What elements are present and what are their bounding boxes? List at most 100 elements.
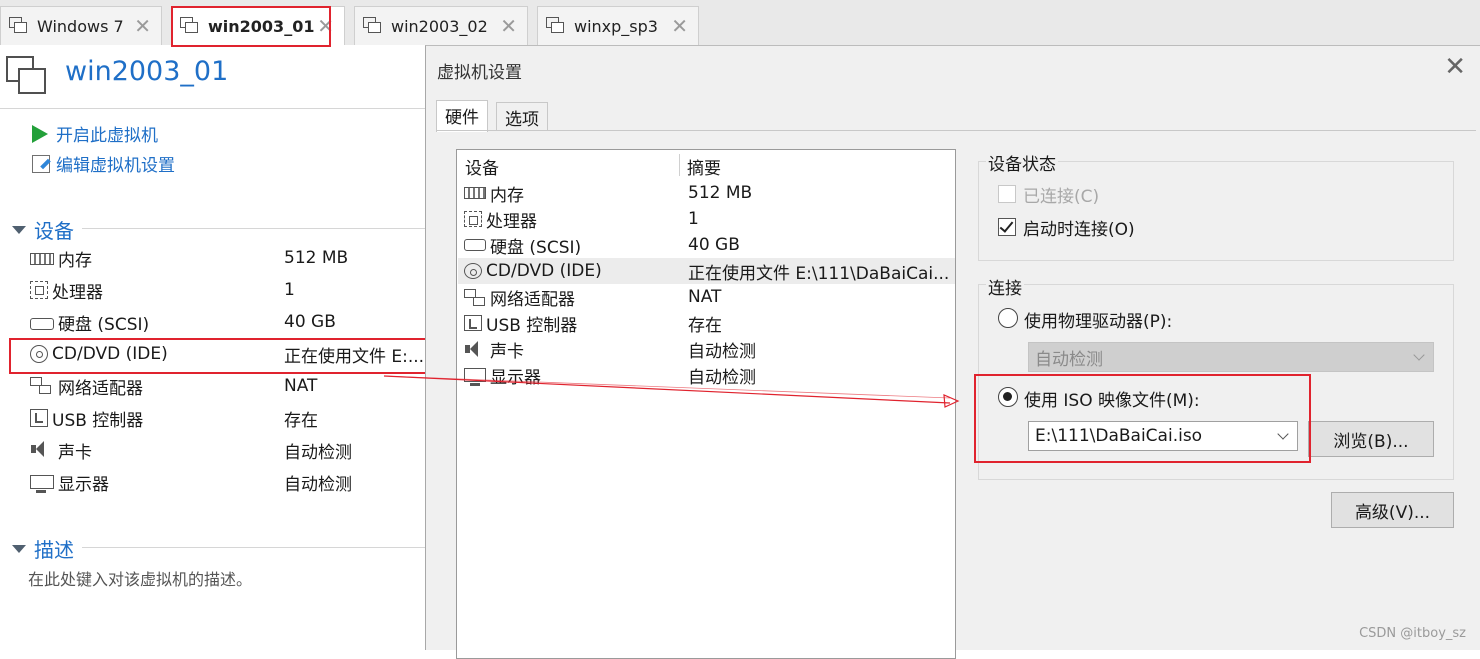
device-status-group [978,161,1454,261]
device-row-hard-disk[interactable]: 硬盘 (SCSI) 40 GB [30,307,430,337]
device-row-cd-dvd[interactable]: CD/DVD (IDE) 正在使用文件 E:... [30,339,430,369]
power-on-label: 开启此虚拟机 [56,126,158,146]
device-row-sound[interactable]: 声卡 自动检测 [30,435,430,465]
close-icon[interactable]: ✕ [134,14,151,38]
memory-icon [30,253,54,265]
connected-checkbox[interactable] [998,185,1016,203]
tab-label: win2003_01 [208,16,315,36]
device-row-processor[interactable]: 处理器 1 [30,275,430,305]
edit-settings-label: 编辑虚拟机设置 [56,156,175,176]
vm-icon [9,16,31,36]
device-summary: 正在使用文件 E:\111\DaBaiCai... [688,263,950,284]
play-icon [32,124,48,143]
iso-path-value: E:\111\DaBaiCai.iso [1035,426,1203,446]
device-name: 声卡 [490,341,524,362]
chevron-down-icon [1413,349,1425,361]
physical-drive-radio[interactable] [998,308,1018,328]
chevron-down-icon[interactable] [1277,428,1289,440]
collapse-icon [12,544,26,553]
device-name: 处理器 [486,211,537,232]
list-item-sound[interactable]: 声卡 自动检测 [458,336,955,362]
tab-winxp-sp3[interactable]: winxp_sp3 ✕ [537,6,699,45]
cd-dvd-icon [30,345,48,363]
device-list[interactable]: 设备 摘要 内存 512 MB 处理器 1 硬盘 (SCSI) 40 GB CD… [456,149,956,659]
iso-image-radio[interactable] [998,387,1018,407]
browse-button[interactable]: 浏览(B)... [1308,421,1434,457]
hard-disk-icon [30,318,54,330]
device-summary: 512 MB [688,183,753,203]
devices-heading: 设备 [34,219,74,243]
device-name: 声卡 [58,442,92,463]
divider [82,228,425,229]
tab-options[interactable]: 选项 [496,102,548,131]
physical-drive-select[interactable]: 自动检测 [1028,342,1434,372]
sound-card-icon [464,341,486,357]
edit-settings-link[interactable]: 编辑虚拟机设置 [32,151,175,176]
device-row-memory[interactable]: 内存 512 MB [30,243,430,273]
device-name: 内存 [490,185,524,206]
tab-label: winxp_sp3 [574,16,658,36]
power-on-link[interactable]: 开启此虚拟机 [32,121,158,146]
usb-icon [464,315,482,331]
device-status-label: 设备状态 [986,150,1058,175]
sound-card-icon [30,441,54,459]
list-item-network[interactable]: 网络适配器 NAT [458,284,955,310]
column-separator[interactable] [679,154,680,176]
device-summary: 存在 [688,315,722,336]
tab-win2003-01[interactable]: win2003_01 ✕ [171,6,345,45]
tab-label: win2003_02 [391,16,488,36]
divider [0,108,425,109]
list-item-hard-disk[interactable]: 硬盘 (SCSI) 40 GB [458,232,955,258]
tab-win2003-02[interactable]: win2003_02 ✕ [354,6,528,45]
display-icon [464,368,486,386]
list-item-display[interactable]: 显示器 自动检测 [458,362,955,388]
description-field[interactable]: 在此处键入对该虚拟机的描述。 [28,566,252,590]
device-name: CD/DVD (IDE) [52,344,168,364]
list-item-cd-dvd[interactable]: CD/DVD (IDE) 正在使用文件 E:\111\DaBaiCai... [458,258,955,284]
description-heading: 描述 [34,538,74,562]
hard-disk-icon [464,239,486,251]
device-name: 显示器 [490,367,541,388]
close-icon[interactable]: ✕ [1444,52,1466,82]
device-summary: 40 GB [688,235,740,255]
device-value: NAT [284,376,318,396]
list-item-usb[interactable]: USB 控制器 存在 [458,310,955,336]
tab-windows7[interactable]: Windows 7 ✕ [0,6,162,45]
device-summary: 自动检测 [688,341,756,362]
device-summary: 自动检测 [688,367,756,388]
dialog-title: 虚拟机设置 [437,63,522,83]
device-value: 自动检测 [284,442,352,463]
list-item-memory[interactable]: 内存 512 MB [458,180,955,206]
device-name: USB 控制器 [486,315,578,336]
vm-icon [363,16,385,36]
advanced-button[interactable]: 高级(V)... [1331,492,1454,528]
device-row-network[interactable]: 网络适配器 NAT [30,371,430,401]
display-icon [30,475,54,493]
vm-icon [180,16,202,36]
close-icon[interactable]: ✕ [671,14,688,38]
close-icon[interactable]: ✕ [317,14,334,38]
connect-at-power-on-label: 启动时连接(O) [1023,220,1135,240]
close-icon[interactable]: ✕ [500,14,517,38]
device-row-usb[interactable]: USB 控制器 存在 [30,403,430,433]
device-name: 硬盘 (SCSI) [58,314,150,335]
column-header-summary[interactable]: 摘要 [687,154,721,179]
vm-settings-dialog: 虚拟机设置 ✕ 硬件 选项 设备 摘要 内存 512 MB 处理器 1 硬盘 (… [425,45,1480,659]
device-value: 存在 [284,410,318,431]
device-summary: NAT [688,287,722,307]
description-section-toggle[interactable]: 描述 [12,534,74,563]
devices-section-toggle[interactable]: 设备 [12,215,74,244]
device-summary: 1 [688,209,699,229]
device-name: 硬盘 (SCSI) [490,237,582,258]
connect-at-power-on-checkbox[interactable] [998,218,1016,236]
iso-path-input[interactable]: E:\111\DaBaiCai.iso [1028,421,1298,451]
tab-strip: Windows 7 ✕ win2003_01 ✕ win2003_02 ✕ wi… [0,0,1480,45]
memory-icon [464,187,486,199]
device-name: USB 控制器 [52,410,144,431]
device-value: 512 MB [284,248,349,268]
device-row-display[interactable]: 显示器 自动检测 [30,467,430,497]
column-header-device[interactable]: 设备 [465,154,499,179]
tab-label: Windows 7 [37,16,124,36]
list-item-processor[interactable]: 处理器 1 [458,206,955,232]
tab-hardware[interactable]: 硬件 [436,100,488,132]
